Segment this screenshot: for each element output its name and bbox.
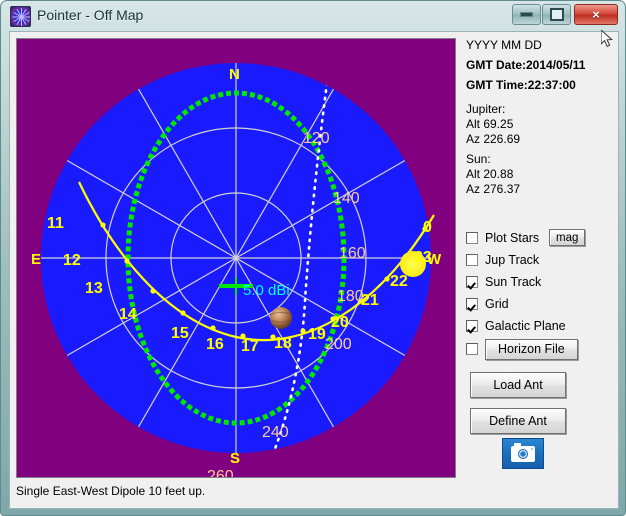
cardinal-s: S <box>230 450 240 467</box>
svg-text:140: 140 <box>333 190 360 207</box>
define-ant-button[interactable]: Define Ant <box>470 408 566 434</box>
jupiter-az: Az 226.69 <box>466 132 612 147</box>
sky-plot-canvas: 5.0 dBi N E W S 120 140 160 180 200 240 … <box>17 39 455 477</box>
mag-button[interactable]: mag <box>549 229 585 246</box>
svg-text:22: 22 <box>390 273 408 290</box>
plot-stars-label: Plot Stars <box>485 231 539 245</box>
svg-text:23: 23 <box>414 249 432 266</box>
jupiter-header: Jupiter: <box>466 102 612 117</box>
maximize-button[interactable] <box>542 4 571 25</box>
grid-label: Grid <box>485 297 509 311</box>
status-bar: Single East-West Dipole 10 feet up. <box>16 484 456 504</box>
client-area: 5.0 dBi N E W S 120 140 160 180 200 240 … <box>9 31 619 509</box>
horizon-file-checkbox[interactable] <box>466 343 478 355</box>
close-icon: × <box>575 5 617 24</box>
jupiter-marker <box>270 307 292 329</box>
gmt-time: GMT Time:22:37:00 <box>466 78 612 93</box>
svg-text:12: 12 <box>63 252 81 269</box>
svg-text:260: 260 <box>207 468 234 477</box>
grid-row: Grid <box>466 293 612 314</box>
svg-text:14: 14 <box>119 306 137 323</box>
jup-track-label: Jup Track <box>485 253 539 267</box>
jup-track-row: Jup Track <box>466 249 612 270</box>
grid-checkbox[interactable] <box>466 298 478 310</box>
radar-icon <box>10 6 31 27</box>
sun-alt: Alt 20.88 <box>466 167 612 182</box>
sun-az: Az 276.37 <box>466 182 612 197</box>
svg-text:21: 21 <box>361 292 379 309</box>
galactic-plane-checkbox[interactable] <box>466 320 478 332</box>
application-window: Pointer - Off Map × <box>0 0 626 516</box>
svg-text:16: 16 <box>206 336 224 353</box>
jupiter-alt: Alt 69.25 <box>466 117 612 132</box>
jup-track-checkbox[interactable] <box>466 254 478 266</box>
sun-track-label: Sun Track <box>485 275 541 289</box>
svg-text:180: 180 <box>337 288 364 305</box>
close-button[interactable]: × <box>574 4 618 25</box>
title-bar: Pointer - Off Map × <box>1 1 626 31</box>
gain-label: 5.0 dBi <box>243 282 290 299</box>
minimize-icon <box>513 5 540 24</box>
galactic-plane-row: Galactic Plane <box>466 315 612 336</box>
screenshot-button[interactable] <box>502 438 544 469</box>
svg-text:200: 200 <box>325 336 352 353</box>
camera-icon <box>511 446 535 462</box>
plot-stars-row: Plot Stars mag <box>466 227 612 248</box>
horizon-file-row: Horizon File <box>466 337 612 361</box>
sun-track-row: Sun Track <box>466 271 612 292</box>
cardinal-e: E <box>31 251 41 268</box>
svg-text:17: 17 <box>241 338 259 355</box>
maximize-icon <box>543 5 570 24</box>
minimize-button[interactable] <box>512 4 541 25</box>
svg-text:15: 15 <box>171 325 189 342</box>
svg-text:19: 19 <box>308 326 326 343</box>
plot-stars-checkbox[interactable] <box>466 232 478 244</box>
svg-text:18: 18 <box>274 335 292 352</box>
sun-header: Sun: <box>466 152 612 167</box>
side-panel: YYYY MM DD GMT Date:2014/05/11 GMT Time:… <box>466 38 612 504</box>
svg-text:13: 13 <box>85 280 103 297</box>
load-ant-button[interactable]: Load Ant <box>470 372 566 398</box>
gmt-date: GMT Date:2014/05/11 <box>466 58 612 73</box>
window-title: Pointer - Off Map <box>37 7 143 23</box>
svg-text:0: 0 <box>423 219 432 236</box>
svg-text:11: 11 <box>47 215 64 232</box>
svg-text:120: 120 <box>303 130 330 147</box>
sun-track-checkbox[interactable] <box>466 276 478 288</box>
cardinal-n: N <box>229 66 240 83</box>
svg-text:160: 160 <box>339 245 366 262</box>
date-format-hint: YYYY MM DD <box>466 38 612 53</box>
svg-text:240: 240 <box>262 424 289 441</box>
svg-text:20: 20 <box>331 314 349 331</box>
galactic-plane-label: Galactic Plane <box>485 319 566 333</box>
horizon-file-button[interactable]: Horizon File <box>485 339 578 360</box>
sky-plot[interactable]: 5.0 dBi N E W S 120 140 160 180 200 240 … <box>16 38 456 478</box>
